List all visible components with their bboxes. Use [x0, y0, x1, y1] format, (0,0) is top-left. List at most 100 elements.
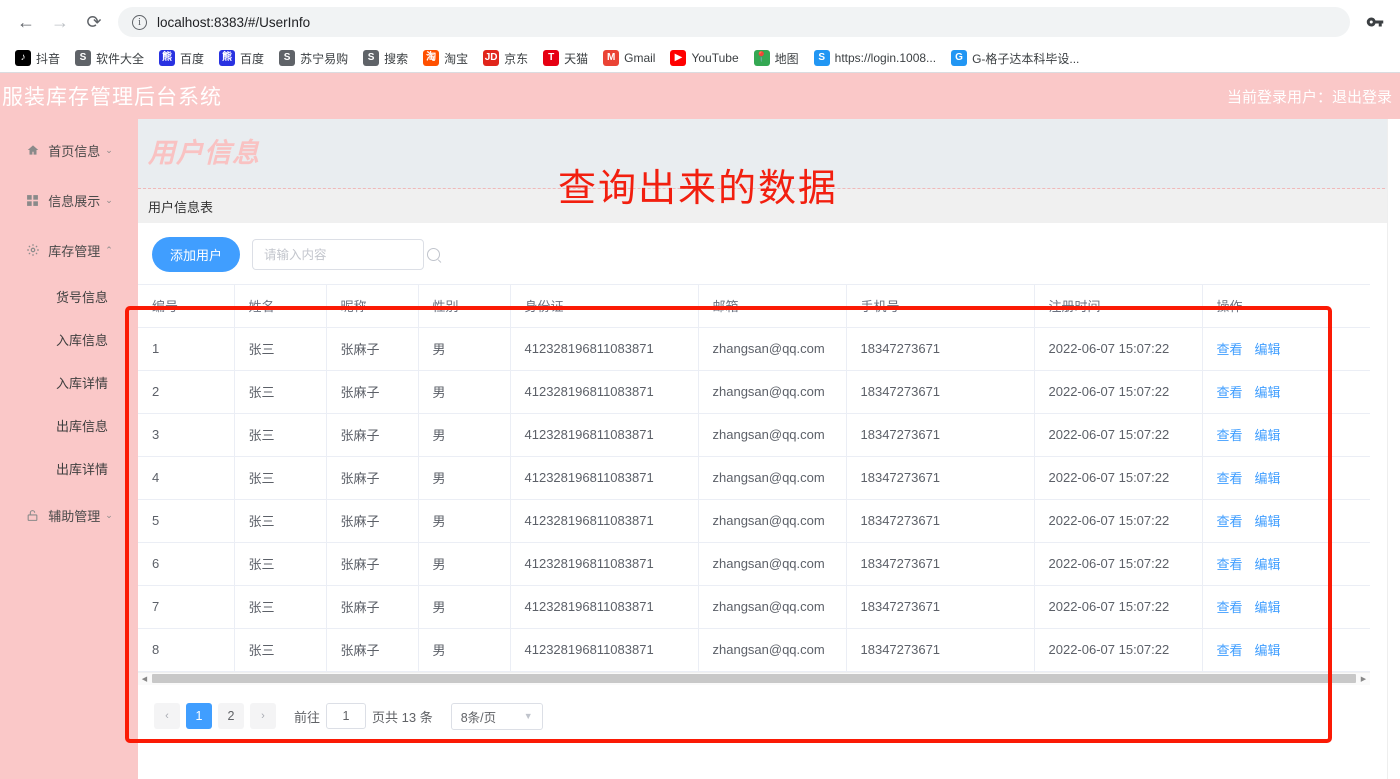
view-link[interactable]: 查看	[1217, 342, 1243, 357]
bookmark-item[interactable]: S 搜索	[356, 48, 415, 69]
cell-name: 张三	[234, 628, 327, 672]
sidebar-item-info-display[interactable]: 信息展示 ⌄	[0, 175, 138, 225]
bookmark-label: 搜索	[384, 51, 409, 66]
bookmark-item[interactable]: Shttps://login.1008...	[807, 48, 943, 68]
bookmark-item[interactable]: 熊百度	[152, 48, 211, 69]
logout-button[interactable]: 退出登录	[1332, 89, 1392, 106]
table-toolbar: 添加用户	[138, 233, 1400, 284]
cell-regtime: 2022-06-07 15:07:22	[1034, 327, 1203, 371]
scrollbar-thumb[interactable]	[152, 674, 1356, 683]
sidebar-subitem[interactable]: 出库信息	[0, 404, 138, 447]
bookmark-favicon-icon: S	[279, 50, 296, 66]
cell-id: 5	[138, 499, 235, 543]
bookmark-favicon-icon: T	[543, 50, 560, 66]
edit-link[interactable]: 编辑	[1255, 557, 1281, 572]
view-link[interactable]: 查看	[1217, 385, 1243, 400]
bookmark-item[interactable]: 熊百度	[212, 48, 271, 69]
browser-toolbar: ← → ⟳ i localhost:8383/#/UserInfo	[0, 0, 1400, 44]
bookmark-item[interactable]: G G-格子达本科毕设...	[944, 48, 1086, 69]
view-link[interactable]: 查看	[1217, 514, 1243, 529]
cell-email: zhangsan@qq.com	[698, 413, 847, 457]
bookmark-item[interactable]: ▶ YouTube	[663, 48, 745, 68]
cell-name: 张三	[234, 456, 327, 500]
add-user-button[interactable]: 添加用户	[152, 237, 241, 272]
bookmark-item[interactable]: ♪ 抖音	[8, 48, 67, 69]
edit-link[interactable]: 编辑	[1255, 643, 1281, 658]
cell-actions: 查看 编辑	[1202, 413, 1370, 457]
edit-link[interactable]: 编辑	[1255, 342, 1281, 357]
scroll-right-arrow-icon[interactable]: ▶	[1357, 672, 1370, 685]
search-input[interactable]	[262, 246, 428, 263]
bookmark-item[interactable]: 淘淘宝	[416, 48, 475, 69]
sidebar-subitem[interactable]: 出库详情	[0, 447, 138, 490]
search-icon[interactable]	[427, 248, 441, 261]
edit-link[interactable]: 编辑	[1255, 471, 1281, 486]
sidebar-item-home[interactable]: 首页信息 ⌄	[0, 125, 138, 175]
cell-id: 7	[138, 585, 235, 629]
edit-link[interactable]: 编辑	[1255, 428, 1281, 443]
page-size-select[interactable]: 8条/页 ▼	[450, 702, 543, 730]
bookmark-label: Gmail	[624, 51, 656, 65]
bookmark-item[interactable]: M Gmail	[596, 48, 662, 68]
back-arrow-icon[interactable]: ←	[10, 6, 42, 38]
cell-id: 4	[138, 456, 235, 500]
cell-id: 2	[138, 370, 235, 414]
forward-arrow-icon[interactable]: →	[44, 6, 76, 38]
table-column-header: 注册时间	[1034, 285, 1203, 328]
pagination-prev-button[interactable]: ‹	[154, 703, 180, 729]
cell-gender: 男	[418, 413, 511, 457]
edit-link[interactable]: 编辑	[1255, 600, 1281, 615]
cell-idcard: 412328196811083871	[510, 499, 699, 543]
cell-regtime: 2022-06-07 15:07:22	[1034, 499, 1203, 543]
application-window: 服装库存管理后台系统 当前登录用户：退出登录 首页信息 ⌄ 信息展示 ⌄ 库存管…	[0, 73, 1400, 779]
gear-icon	[25, 243, 40, 258]
table-horizontal-scrollbar[interactable]: ◀ ▶	[138, 671, 1370, 685]
cell-phone: 18347273671	[846, 542, 1035, 586]
bookmark-label: 软件大全	[96, 51, 145, 66]
view-link[interactable]: 查看	[1217, 557, 1243, 572]
cell-actions: 查看 编辑	[1202, 456, 1370, 500]
cell-nickname: 张麻子	[326, 327, 419, 371]
pagination-page-button[interactable]: 1	[186, 703, 212, 729]
bookmark-item[interactable]: T 天猫	[536, 48, 595, 69]
bookmark-item[interactable]: S 苏宁易购	[272, 48, 355, 69]
edit-link[interactable]: 编辑	[1255, 385, 1281, 400]
info-circle-icon[interactable]: i	[132, 14, 147, 30]
sidebar-item-home-label: 首页信息	[48, 143, 101, 159]
address-bar[interactable]: i localhost:8383/#/UserInfo	[118, 7, 1350, 37]
pagination-page-button[interactable]: 2	[218, 703, 244, 729]
view-link[interactable]: 查看	[1217, 471, 1243, 486]
cell-actions: 查看 编辑	[1202, 370, 1370, 414]
jump-page-input[interactable]	[326, 703, 367, 729]
edit-link[interactable]: 编辑	[1255, 514, 1281, 529]
view-link[interactable]: 查看	[1217, 428, 1243, 443]
bookmark-favicon-icon: 淘	[423, 50, 440, 66]
view-link[interactable]: 查看	[1217, 600, 1243, 615]
cell-id: 1	[138, 327, 235, 371]
table-column-header: 昵称	[326, 285, 419, 328]
sidebar-subitem[interactable]: 入库详情	[0, 361, 138, 404]
cell-name: 张三	[234, 542, 327, 586]
cell-nickname: 张麻子	[326, 499, 419, 543]
sidebar-item-auxiliary[interactable]: 辅助管理 ⌄	[0, 490, 138, 540]
search-box[interactable]	[252, 239, 441, 270]
sidebar-subitem[interactable]: 入库信息	[0, 318, 138, 361]
key-icon[interactable]	[1360, 7, 1390, 37]
bookmark-item[interactable]: JD 京东	[476, 48, 535, 69]
sidebar-subitem[interactable]: 货号信息	[0, 275, 138, 318]
table-row: 8 张三 张麻子男 412328196811083871 zhangsan@qq.com…	[138, 628, 1370, 672]
pagination-next-button[interactable]: ›	[250, 703, 276, 729]
bookmark-favicon-icon: ♪	[15, 50, 31, 66]
bookmark-item[interactable]: S 软件大全	[68, 48, 151, 69]
header-user-area: 当前登录用户：退出登录	[1227, 86, 1392, 107]
current-user-label: 当前登录用户：	[1226, 88, 1332, 106]
view-link[interactable]: 查看	[1217, 643, 1243, 658]
sidebar-item-inventory[interactable]: 库存管理 ⌃	[0, 225, 138, 275]
reload-icon[interactable]: ⟳	[78, 6, 110, 38]
cell-email: zhangsan@qq.com	[698, 456, 847, 500]
pagination-pages: 12	[186, 703, 244, 729]
bookmark-item[interactable]: 📍 地图	[747, 48, 806, 69]
scroll-left-arrow-icon[interactable]: ◀	[138, 672, 151, 685]
cell-email: zhangsan@qq.com	[698, 370, 847, 414]
cell-nickname: 张麻子	[326, 628, 419, 672]
